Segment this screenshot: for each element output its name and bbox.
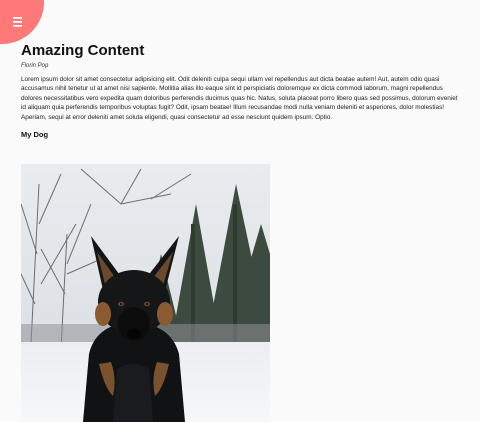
article-body: Lorem ipsum dolor sit amet consectetur a… bbox=[21, 76, 458, 121]
section-heading: My Dog bbox=[21, 130, 49, 140]
hamburger-menu-icon bbox=[12, 16, 26, 28]
menu-button[interactable] bbox=[0, 0, 44, 44]
dog-photo bbox=[21, 164, 270, 422]
article-title: Amazing Content bbox=[21, 42, 145, 59]
article: Amazing Content Florin Pop Lorem ipsum d… bbox=[21, 42, 461, 139]
article-author: Florin Pop bbox=[21, 63, 49, 69]
page: Amazing Content Florin Pop Lorem ipsum d… bbox=[0, 0, 480, 422]
